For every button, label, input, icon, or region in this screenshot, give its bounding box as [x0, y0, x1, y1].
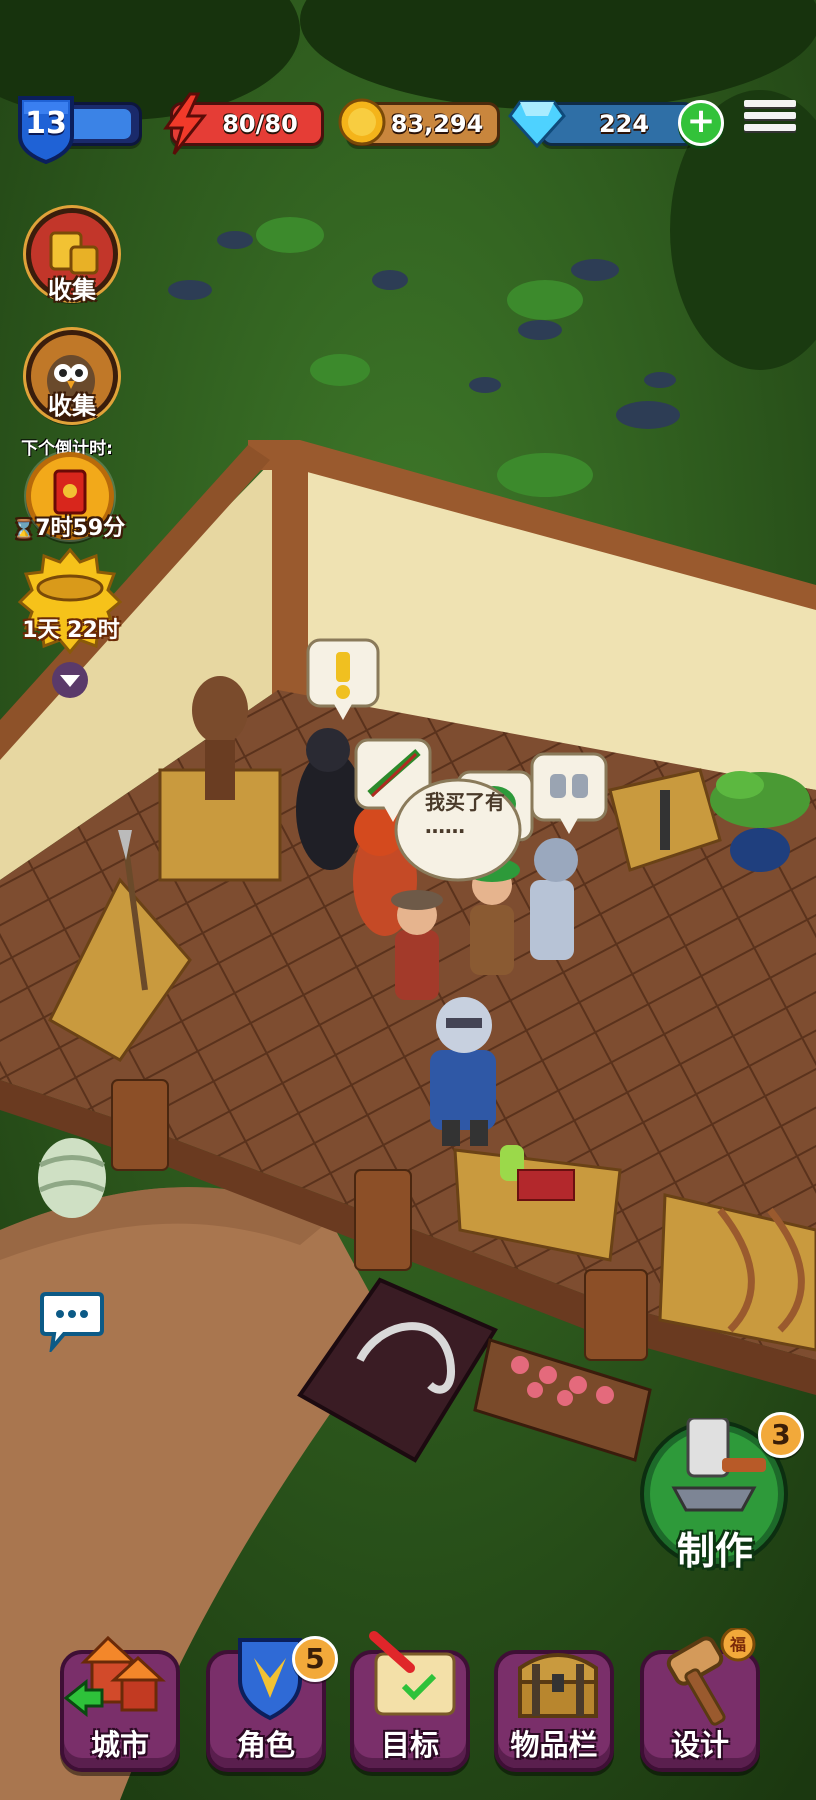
- gem-value: 224: [598, 110, 650, 138]
- add-gems-button[interactable]: +: [678, 100, 724, 146]
- chat-button[interactable]: [40, 1290, 104, 1352]
- nav-quests-label: 目标: [380, 1728, 439, 1762]
- nav-inventory[interactable]: 物品栏: [494, 1650, 614, 1772]
- svg-text:福: 福: [729, 1635, 746, 1654]
- player-level: 13: [25, 106, 67, 141]
- nav-design[interactable]: 福 设计: [640, 1628, 760, 1772]
- craft-badge: 3: [758, 1412, 804, 1458]
- collect-owl-label: 收集: [48, 392, 96, 420]
- collect-gold-label: 收集: [48, 276, 96, 304]
- hourglass-icon: ⌛: [12, 519, 36, 540]
- nav-city[interactable]: 城市: [60, 1635, 180, 1772]
- sale-timer: 1天 22时: [22, 618, 120, 643]
- nav-inventory-label: 物品栏: [510, 1728, 598, 1762]
- nav-quests[interactable]: 目标: [350, 1631, 470, 1772]
- nav-city-label: 城市: [90, 1728, 149, 1762]
- hamburger-line: [744, 124, 796, 131]
- hero-badge: 5: [292, 1636, 338, 1682]
- lightning-icon: [163, 92, 208, 155]
- menu-button[interactable]: [744, 100, 796, 146]
- craft-label: 制作: [676, 1529, 753, 1573]
- diamond-icon: [508, 100, 566, 148]
- hamburger-line: [744, 112, 796, 119]
- nav-hero-label: 角色: [236, 1728, 295, 1762]
- gold-coin-icon: [338, 98, 386, 146]
- nav-design-label: 设计: [670, 1728, 729, 1762]
- energy-value: 80/80: [222, 110, 298, 138]
- knight-player: [430, 997, 496, 1146]
- customer-speech-text: 我买了有 ……: [425, 790, 505, 838]
- brown-hat-hero: [391, 890, 443, 1000]
- next-countdown-time: ⌛7时59分: [12, 510, 126, 542]
- armored-customer: [530, 838, 578, 960]
- hamburger-icon: [744, 100, 796, 107]
- countdown-value: 7时59分: [35, 516, 126, 541]
- level-badge[interactable]: 13: [17, 94, 75, 165]
- gold-value: 83,294: [390, 110, 484, 138]
- collapse-arrow-button[interactable]: [48, 662, 92, 698]
